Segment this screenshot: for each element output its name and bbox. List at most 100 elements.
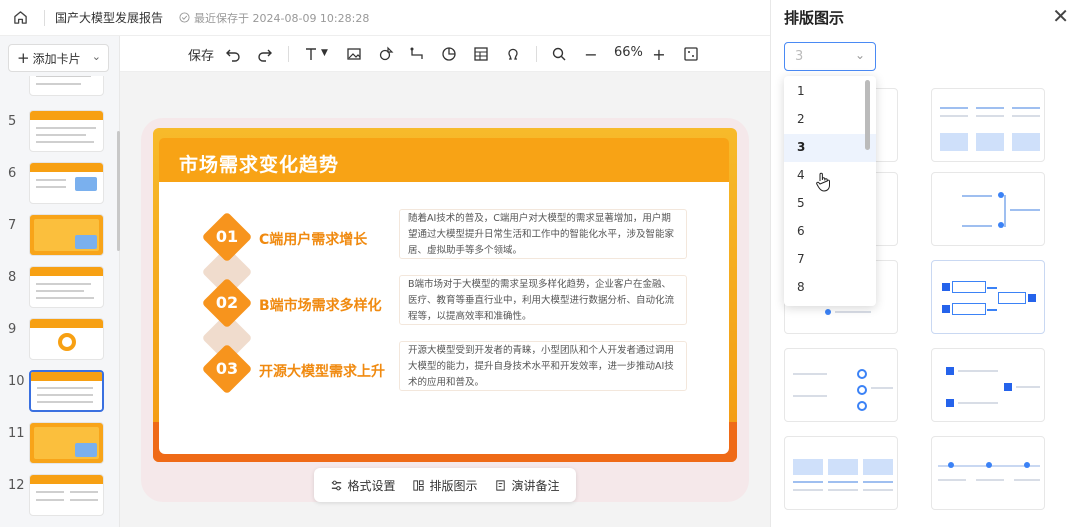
thumbnail-number: 9 bbox=[8, 322, 17, 337]
layout-option-card[interactable] bbox=[931, 172, 1045, 246]
shape-icon[interactable] bbox=[377, 45, 395, 63]
save-status-text: 最近保存于 2024-08-09 10:28:28 bbox=[194, 11, 370, 25]
top-bar: 国产大模型发展报告 最近保存于 2024-08-09 10:28:28 bbox=[0, 0, 770, 36]
item-description[interactable]: 开源大模型受到开发者的青睐，小型团队和个人开发者通过调用大模型的能力，提升自身技… bbox=[408, 343, 680, 391]
document-title[interactable]: 国产大模型发展报告 bbox=[55, 9, 163, 26]
app-window: 国产大模型发展报告 最近保存于 2024-08-09 10:28:28 + 添加… bbox=[0, 0, 1079, 527]
slide-title[interactable]: 市场需求变化趋势 bbox=[179, 150, 339, 177]
dropdown-option[interactable]: 7 bbox=[784, 246, 876, 274]
thumbnail-row-active[interactable]: 10 bbox=[0, 370, 120, 414]
item-count-value: 3 bbox=[795, 49, 804, 64]
thumbnail-row[interactable]: 6 bbox=[0, 162, 120, 206]
symbol-icon[interactable] bbox=[504, 45, 522, 63]
notes-icon bbox=[496, 479, 506, 491]
slide-thumbnail[interactable] bbox=[29, 474, 104, 516]
toolbar-divider bbox=[288, 46, 289, 62]
thumbnail-row[interactable]: 8 bbox=[0, 266, 120, 310]
hand-cursor-icon bbox=[816, 172, 830, 192]
connector-icon[interactable] bbox=[408, 45, 426, 63]
save-status: 最近保存于 2024-08-09 10:28:28 bbox=[179, 10, 369, 26]
slide-thumbnail[interactable] bbox=[29, 162, 104, 204]
item-number: 03 bbox=[215, 359, 239, 378]
layout-option-card[interactable] bbox=[931, 260, 1045, 334]
save-button[interactable]: 保存 bbox=[188, 45, 214, 64]
thumbnail-row[interactable]: 12 bbox=[0, 474, 120, 518]
item-title[interactable]: B端市场需求多样化 bbox=[259, 295, 382, 315]
redo-icon[interactable] bbox=[256, 45, 274, 63]
dropdown-option-selected[interactable]: 3 bbox=[784, 134, 876, 162]
dropdown-option[interactable]: 2 bbox=[784, 106, 876, 134]
slide-thumbnail[interactable] bbox=[29, 76, 104, 96]
item-title[interactable]: C端用户需求增长 bbox=[259, 229, 367, 249]
slide-thumbnail[interactable] bbox=[29, 422, 104, 464]
add-card-label: 添加卡片 bbox=[32, 51, 81, 66]
plus-icon: + bbox=[17, 49, 30, 67]
dropdown-option[interactable]: 5 bbox=[784, 190, 876, 218]
slide-thumbnail-active[interactable] bbox=[29, 370, 104, 412]
chart-icon[interactable] bbox=[440, 45, 458, 63]
layout-option-card[interactable] bbox=[931, 88, 1045, 162]
layout-panel: 排版图示 ✕ 3 ⌄ 1 2 3 4 5 6 7 8 bbox=[770, 0, 1079, 527]
dropdown-option[interactable]: 6 bbox=[784, 218, 876, 246]
slide-bottom-toolbar: 格式设置 排版图示 演讲备注 bbox=[314, 468, 576, 502]
thumbnail-number: 11 bbox=[8, 426, 25, 441]
dropdown-scrollbar[interactable] bbox=[865, 80, 870, 150]
undo-icon[interactable] bbox=[224, 45, 242, 63]
slide-thumbnail[interactable] bbox=[29, 318, 104, 360]
slide-thumbnail[interactable] bbox=[29, 214, 104, 256]
dropdown-option[interactable]: 1 bbox=[784, 78, 876, 106]
close-icon[interactable]: ✕ bbox=[1052, 6, 1069, 26]
text-tool-icon[interactable] bbox=[302, 45, 320, 63]
fit-screen-icon[interactable] bbox=[682, 45, 700, 63]
add-card-button[interactable]: + 添加卡片 ⌄ bbox=[8, 44, 109, 72]
slide-thumbnail[interactable] bbox=[29, 266, 104, 308]
text-dropdown-caret-icon[interactable]: ▼ bbox=[321, 48, 328, 58]
dropdown-option[interactable]: 8 bbox=[784, 274, 876, 302]
thumbnail-list: 5 6 7 8 9 10 11 12 bbox=[0, 76, 120, 527]
thumbnail-row[interactable]: 11 bbox=[0, 422, 120, 466]
zoom-out-icon[interactable]: − bbox=[582, 45, 600, 64]
slide-thumbnail[interactable] bbox=[29, 110, 104, 152]
thumbnail-number: 10 bbox=[8, 374, 25, 389]
zoom-level: 66% bbox=[614, 45, 643, 60]
home-icon[interactable] bbox=[0, 0, 40, 36]
item-number: 01 bbox=[215, 227, 239, 246]
table-icon[interactable] bbox=[472, 45, 490, 63]
slide-canvas: 市场需求变化趋势 01 C端用户需求增长 随着AI技术的普及，C端用户对大模型的… bbox=[120, 72, 770, 527]
slide-sidebar: + 添加卡片 ⌄ 5 6 7 8 9 10 11 12 bbox=[0, 36, 120, 527]
layout-icon bbox=[413, 479, 425, 491]
thumbnail-number: 12 bbox=[8, 478, 25, 493]
chevron-down-icon: ⌄ bbox=[854, 48, 865, 62]
slide-body: 01 C端用户需求增长 随着AI技术的普及，C端用户对大模型的需求显著增加，用户… bbox=[159, 182, 729, 454]
layout-option-card[interactable] bbox=[784, 348, 898, 422]
thumbnail-number: 6 bbox=[8, 166, 17, 181]
thumbnail-row[interactable]: 9 bbox=[0, 318, 120, 362]
speaker-notes-button[interactable]: 演讲备注 bbox=[494, 477, 560, 494]
divider bbox=[44, 9, 45, 26]
item-description[interactable]: B端市场对于大模型的需求呈现多样化趋势，企业客户在金融、医疗、教育等垂直行业中，… bbox=[408, 277, 680, 325]
format-settings-label: 格式设置 bbox=[347, 478, 396, 493]
thumbnail-row[interactable]: 5 bbox=[0, 110, 120, 154]
layout-diagram-button[interactable]: 排版图示 bbox=[412, 477, 478, 494]
thumbnail-number: 7 bbox=[8, 218, 17, 233]
image-icon[interactable] bbox=[345, 45, 363, 63]
zoom-search-icon[interactable] bbox=[550, 45, 568, 63]
chevron-down-icon[interactable]: ⌄ bbox=[92, 50, 101, 63]
thumbnail-number: 5 bbox=[8, 114, 17, 129]
layout-option-card[interactable] bbox=[931, 436, 1045, 510]
slide[interactable]: 市场需求变化趋势 01 C端用户需求增长 随着AI技术的普及，C端用户对大模型的… bbox=[153, 128, 737, 462]
panel-title: 排版图示 bbox=[784, 9, 845, 27]
item-description[interactable]: 随着AI技术的普及，C端用户对大模型的需求显著增加，用户期望通过大模型提升日常生… bbox=[408, 211, 680, 259]
item-count-select[interactable]: 3 ⌄ bbox=[784, 42, 876, 71]
thumbnail-row[interactable] bbox=[0, 76, 120, 98]
sliders-icon bbox=[332, 480, 342, 490]
zoom-in-icon[interactable]: + bbox=[650, 45, 668, 64]
editor-toolbar: 保存 ▼ − 66% + bbox=[120, 36, 770, 72]
thumbnail-row[interactable]: 7 bbox=[0, 214, 120, 258]
item-title[interactable]: 开源大模型需求上升 bbox=[259, 361, 385, 381]
layout-option-card[interactable] bbox=[931, 348, 1045, 422]
toolbar-divider bbox=[536, 46, 537, 62]
speaker-notes-label: 演讲备注 bbox=[511, 478, 560, 493]
layout-option-card[interactable] bbox=[784, 436, 898, 510]
format-settings-button[interactable]: 格式设置 bbox=[330, 477, 396, 494]
